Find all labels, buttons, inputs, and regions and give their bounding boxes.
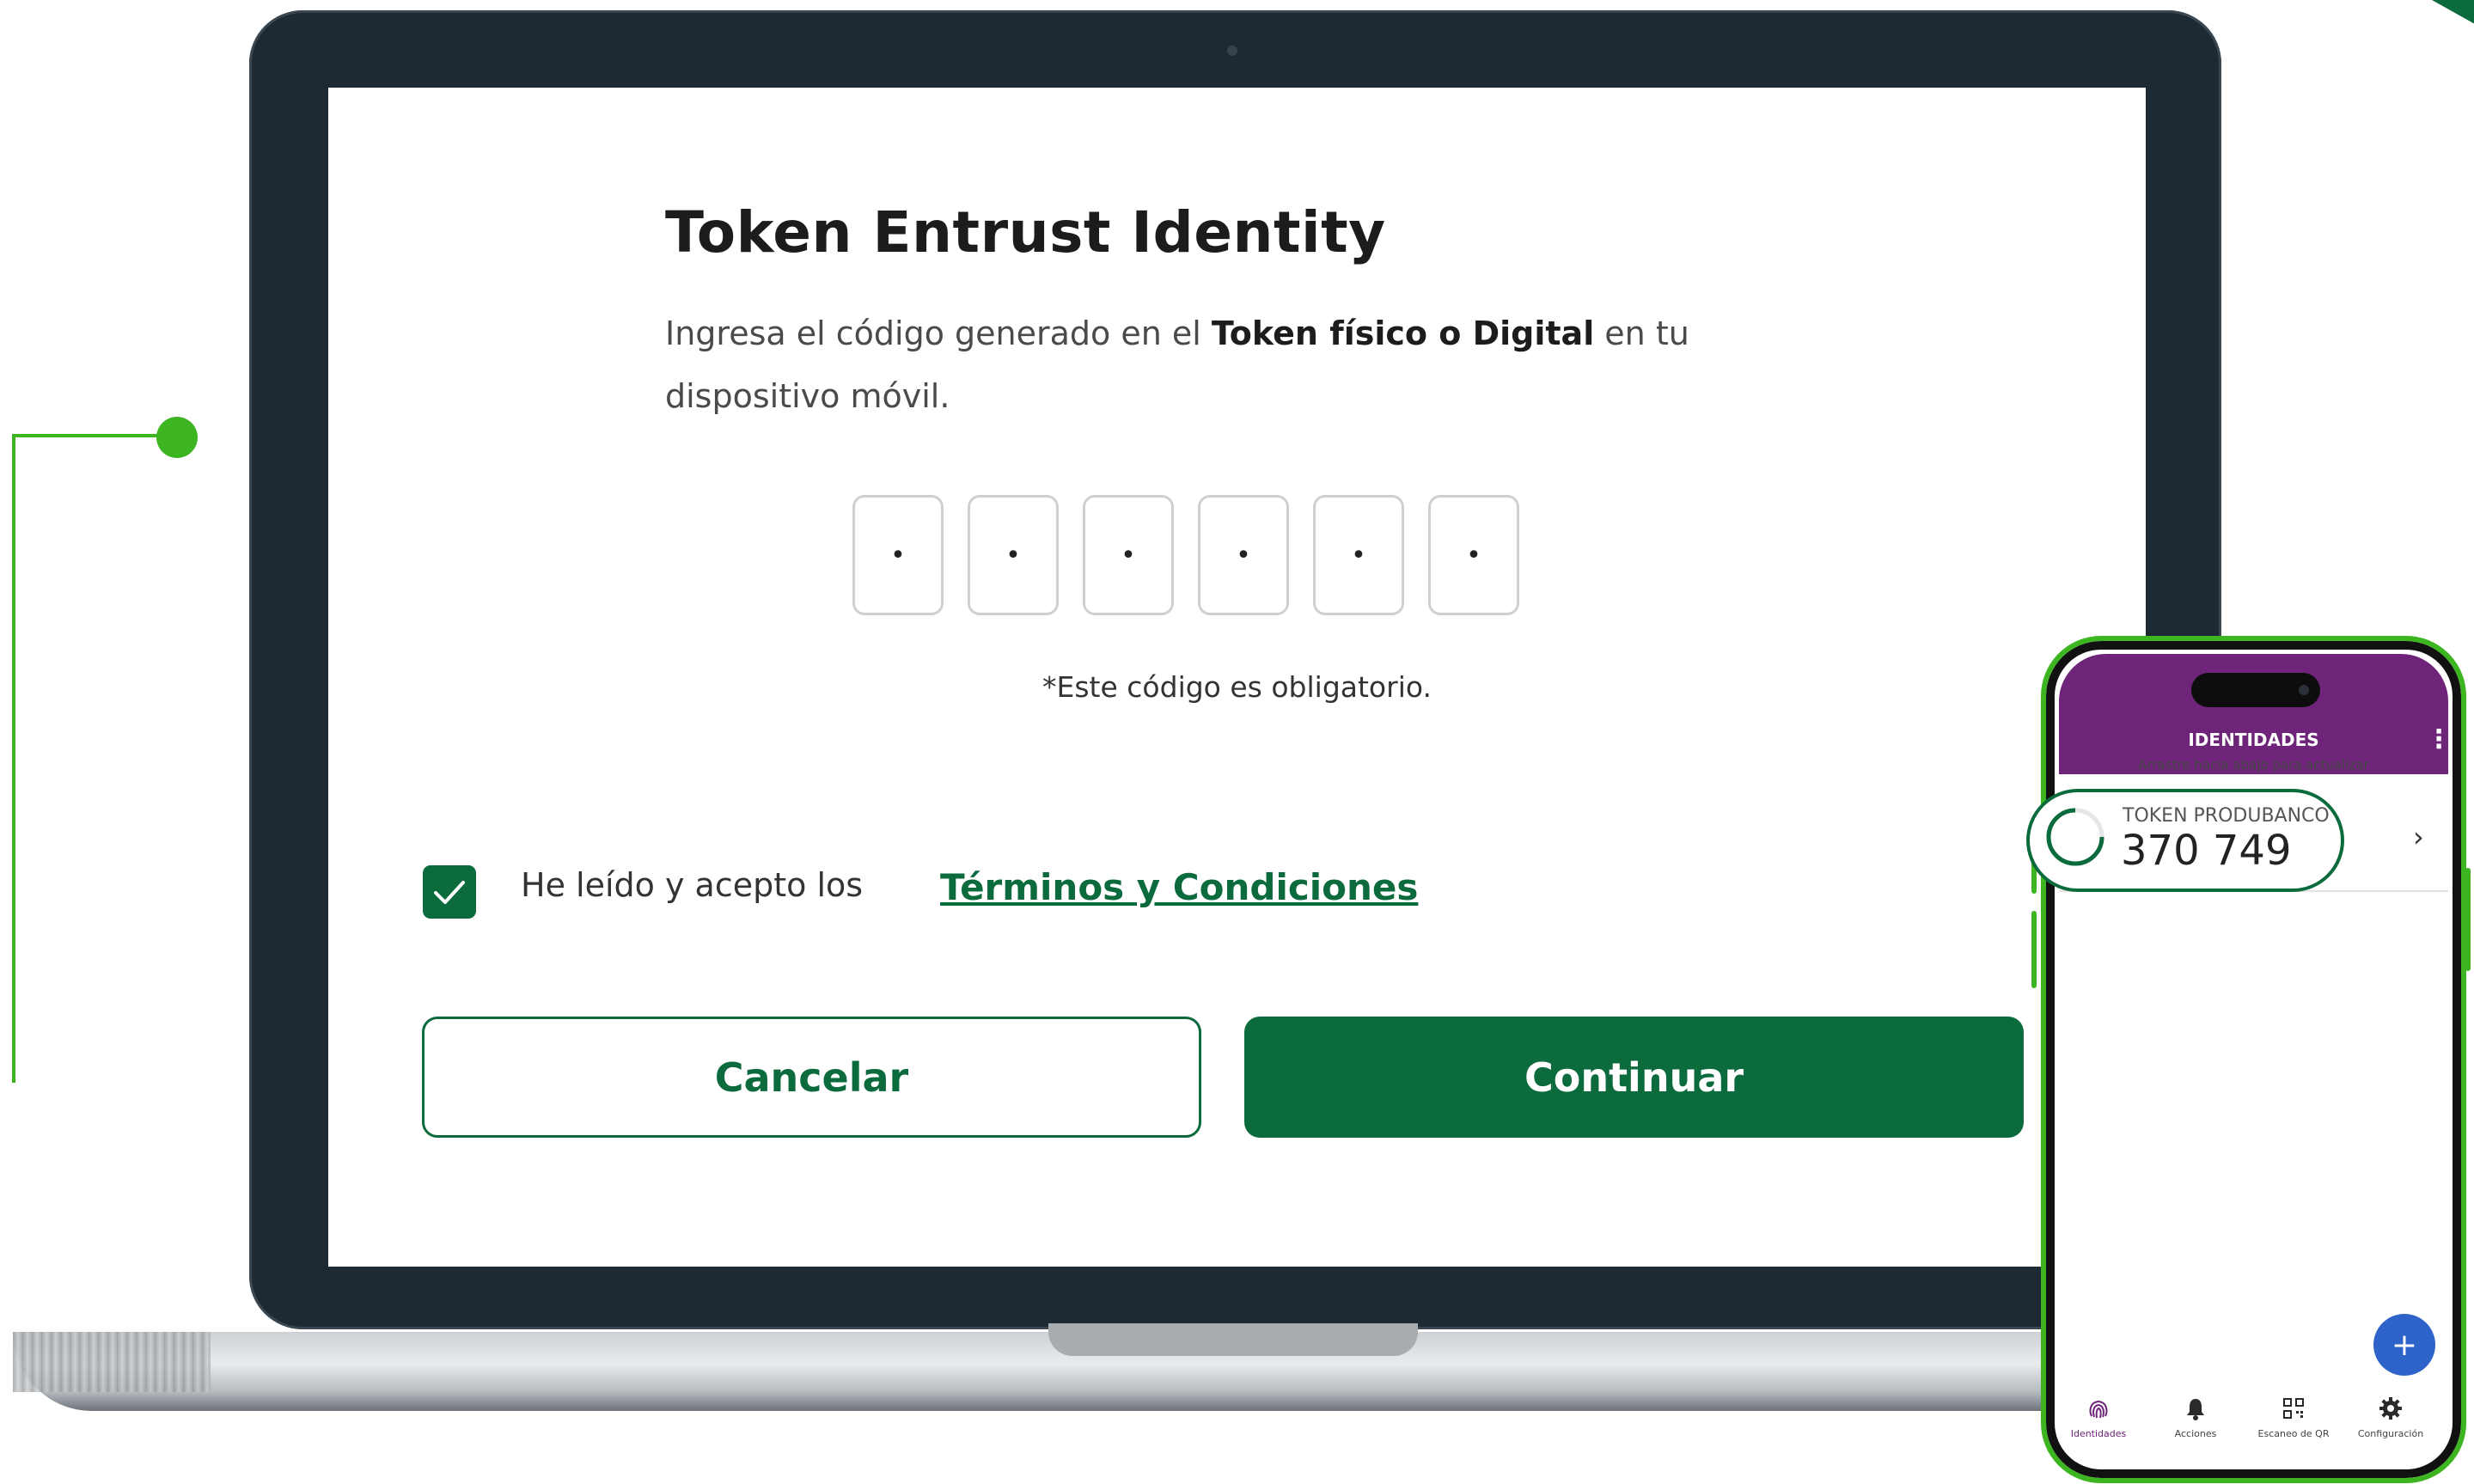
refresh-hint: Arrastre hacia abajo para actualizar (2138, 757, 2369, 773)
laptop-screen: Token Entrust Identity Ingresa el código… (328, 88, 2146, 1267)
nav-label: Configuración (2357, 1428, 2424, 1439)
phone-dynamic-island (2191, 673, 2320, 707)
connector-line-vertical (12, 434, 15, 1083)
nav-item-configuracion[interactable]: Configuración (2343, 1394, 2438, 1439)
required-note: *Este código es obligatorio. (1042, 670, 1432, 704)
nav-label: Identidades (2070, 1428, 2127, 1439)
laptop-base-edge (13, 1332, 211, 1392)
otp-digit-3[interactable]: • (1083, 495, 1174, 615)
fingerprint-icon (2089, 1400, 2108, 1419)
terms-checkbox[interactable] (423, 865, 476, 919)
nav-label: Escaneo de QR (2257, 1428, 2330, 1439)
page-title: Token Entrust Identity (665, 199, 1386, 266)
phone-bottom-nav: Identidades Acciones Escaneo de QR Confi… (2056, 1394, 2451, 1454)
nav-label: Acciones (2174, 1428, 2217, 1439)
gear-icon (2379, 1397, 2402, 1420)
connector-dot (156, 417, 198, 458)
subtitle-bold-text: Token físico o Digital (1211, 315, 1595, 352)
corner-decoration (2432, 0, 2474, 24)
webcam-icon (1227, 46, 1237, 56)
otp-digit-4[interactable]: • (1198, 495, 1289, 615)
otp-digit-1[interactable]: • (852, 495, 944, 615)
nav-item-identidades[interactable]: Identidades (2051, 1394, 2146, 1439)
continue-button[interactable]: Continuar (1244, 1017, 2024, 1138)
connector-line-horizontal (12, 434, 180, 437)
otp-digit-6[interactable]: • (1428, 495, 1519, 615)
timer-spinner-icon (2046, 808, 2104, 866)
phone-app-header: IDENTIDADES ⋮ (2059, 654, 2452, 774)
chevron-right-icon[interactable]: › (2413, 821, 2424, 853)
nav-item-escaneo-qr[interactable]: Escaneo de QR (2246, 1394, 2341, 1439)
bell-icon (2187, 1399, 2204, 1420)
subtitle-text: Ingresa el código generado en el (665, 315, 1212, 352)
terms-label: He leído y acepto los (521, 866, 864, 904)
token-code: 370 749 (2121, 827, 2292, 875)
otp-digit-5[interactable]: • (1313, 495, 1404, 615)
phone-camera-icon (2299, 685, 2309, 695)
more-vertical-icon[interactable]: ⋮ (2426, 724, 2452, 754)
otp-digit-2[interactable]: • (968, 495, 1059, 615)
add-button[interactable]: + (2373, 1314, 2435, 1376)
nav-item-acciones[interactable]: Acciones (2148, 1394, 2243, 1439)
phone-side-button (2031, 911, 2037, 988)
checkmark-icon (434, 881, 465, 904)
page-subtitle: Ingresa el código generado en el Token f… (665, 302, 1782, 428)
laptop-hinge-notch (1048, 1323, 1418, 1356)
phone-header-title: IDENTIDADES (2188, 730, 2319, 750)
qr-icon (2283, 1398, 2304, 1419)
terms-link[interactable]: Términos y Condiciones (940, 866, 1418, 908)
cancel-button[interactable]: Cancelar (422, 1017, 1201, 1138)
token-label: TOKEN PRODUBANCO (2123, 805, 2330, 827)
